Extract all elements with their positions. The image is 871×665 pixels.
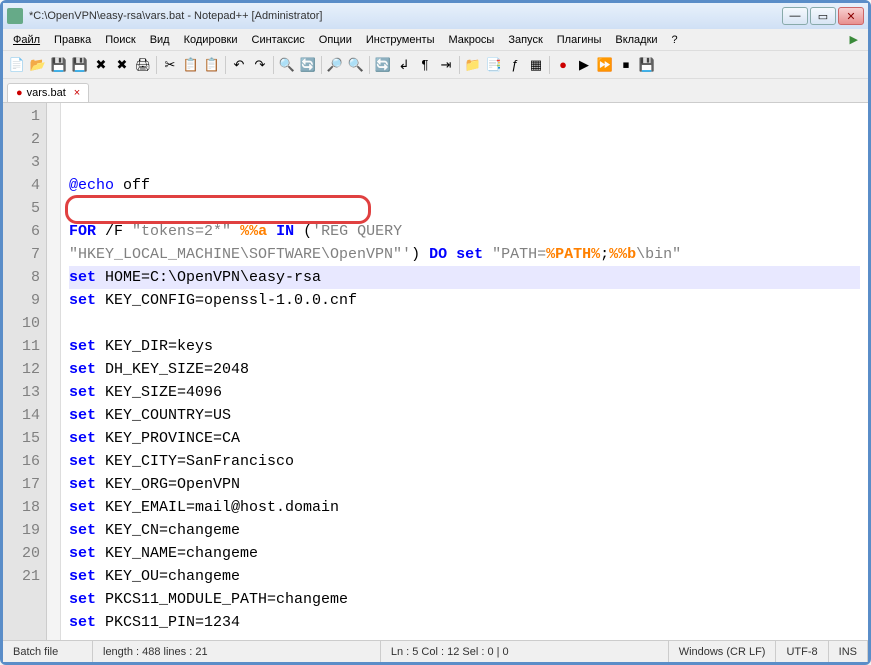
sync-icon[interactable]: 🔄 [373,55,393,75]
code-line[interactable]: set KEY_OU=changeme [69,565,860,588]
menu-plugins[interactable]: Плагины [551,32,608,48]
maximize-button[interactable]: ▭ [810,7,836,25]
status-mode[interactable]: INS [829,641,868,662]
code-line[interactable]: set KEY_PROVINCE=CA [69,427,860,450]
code-line[interactable]: set KEY_CONFIG=openssl-1.0.0.cnf [69,289,860,312]
code-line[interactable]: set KEY_SIZE=4096 [69,381,860,404]
stop-icon[interactable]: ⏹ [616,55,636,75]
open-icon[interactable]: 📂 [28,55,48,75]
tab-close-icon[interactable]: × [74,87,80,99]
code-line[interactable] [69,197,860,220]
code-line[interactable]: set KEY_COUNTRY=US [69,404,860,427]
replace-icon[interactable]: 🔄 [298,55,318,75]
code-line[interactable]: @echo off [69,174,860,197]
status-position: Ln : 5 Col : 12 Sel : 0 | 0 [381,641,669,662]
menu-search[interactable]: Поиск [99,32,141,48]
save-macro-icon[interactable]: 💾 [637,55,657,75]
titlebar[interactable]: *C:\OpenVPN\easy-rsa\vars.bat - Notepad+… [3,3,868,29]
code-line[interactable]: set KEY_ORG=OpenVPN [69,473,860,496]
folder-icon[interactable]: 📁 [463,55,483,75]
code-line[interactable] [69,634,860,640]
separator [273,56,274,74]
menu-help[interactable]: ? [666,32,684,48]
separator [459,56,460,74]
minimize-button[interactable]: — [782,7,808,25]
code-line[interactable]: set PKCS11_MODULE_PATH=changeme [69,588,860,611]
line-gutter: 123456789101112131415161718192021 [3,103,47,640]
save-all-icon[interactable]: 💾 [70,55,90,75]
app-window: *C:\OpenVPN\easy-rsa\vars.bat - Notepad+… [0,0,871,665]
code-line[interactable]: set KEY_NAME=changeme [69,542,860,565]
zoom-in-icon[interactable]: 🔎 [325,55,345,75]
undo-icon[interactable]: ↶ [229,55,249,75]
menu-view[interactable]: Вид [144,32,176,48]
fastfwd-icon[interactable]: ⏩ [595,55,615,75]
print-icon[interactable]: 🖨 [133,55,153,75]
paste-icon[interactable]: 📋 [202,55,222,75]
separator [321,56,322,74]
separator [549,56,550,74]
menu-syntax[interactable]: Синтаксис [246,32,311,48]
func-icon[interactable]: ƒ [505,55,525,75]
status-eol[interactable]: Windows (CR LF) [669,641,777,662]
code-line[interactable]: set KEY_CN=changeme [69,519,860,542]
play-macro-icon[interactable]: ▶ [574,55,594,75]
copy-icon[interactable]: 📋 [181,55,201,75]
cut-icon[interactable]: ✂ [160,55,180,75]
statusbar: Batch file length : 488 lines : 21 Ln : … [3,640,868,662]
indent-icon[interactable]: ⇥ [436,55,456,75]
status-length: length : 488 lines : 21 [93,641,381,662]
tabbar: ● vars.bat × [3,79,868,103]
map-icon[interactable]: ▦ [526,55,546,75]
app-icon [7,8,23,24]
new-icon[interactable]: 📄 [7,55,27,75]
modified-icon: ● [16,87,23,99]
toolbar: 📄 📂 💾 💾 ✖ ✖ 🖨 ✂ 📋 📋 ↶ ↷ 🔍 🔄 🔎 🔍 🔄 ↲ ¶ ⇥ … [3,51,868,79]
play-icon[interactable]: ▶ [844,31,864,48]
window-title: *C:\OpenVPN\easy-rsa\vars.bat - Notepad+… [29,10,782,22]
menu-edit[interactable]: Правка [48,32,97,48]
status-encoding[interactable]: UTF-8 [776,641,828,662]
code-line[interactable]: set KEY_DIR=keys [69,335,860,358]
close-button[interactable]: ✕ [838,7,864,25]
redo-icon[interactable]: ↷ [250,55,270,75]
separator [156,56,157,74]
menu-run[interactable]: Запуск [502,32,548,48]
separator [369,56,370,74]
code-line[interactable]: set KEY_EMAIL=mail@host.domain [69,496,860,519]
record-icon[interactable]: ● [553,55,573,75]
wrap-icon[interactable]: ↲ [394,55,414,75]
status-filetype: Batch file [3,641,93,662]
editor: 123456789101112131415161718192021 @echo … [3,103,868,640]
zoom-out-icon[interactable]: 🔍 [346,55,366,75]
close-all-icon[interactable]: ✖ [112,55,132,75]
file-tab[interactable]: ● vars.bat × [7,83,89,102]
chars-icon[interactable]: ¶ [415,55,435,75]
menu-tools[interactable]: Инструменты [360,32,441,48]
code-line[interactable] [69,312,860,335]
save-icon[interactable]: 💾 [49,55,69,75]
fold-margin [47,103,61,640]
menubar: Файл Правка Поиск Вид Кодировки Синтакси… [3,29,868,51]
menu-tabs[interactable]: Вкладки [609,32,663,48]
menu-options[interactable]: Опции [313,32,358,48]
code-area[interactable]: @echo off FOR /F "tokens=2*" %%a IN ('REG… [61,103,868,640]
menu-encoding[interactable]: Кодировки [178,32,244,48]
separator [225,56,226,74]
menu-file[interactable]: Файл [7,32,46,48]
code-line[interactable]: set PKCS11_PIN=1234 [69,611,860,634]
code-line[interactable]: FOR /F "tokens=2*" %%a IN ('REG QUERY "H… [69,220,860,243]
menu-macros[interactable]: Макросы [442,32,500,48]
close-file-icon[interactable]: ✖ [91,55,111,75]
code-line[interactable]: set DH_KEY_SIZE=2048 [69,358,860,381]
find-icon[interactable]: 🔍 [277,55,297,75]
tab-label: vars.bat [27,87,66,99]
code-line[interactable]: set KEY_CITY=SanFrancisco [69,450,860,473]
code-line[interactable]: set HOME=C:\OpenVPN\easy-rsa [69,266,860,289]
doc-icon[interactable]: 📑 [484,55,504,75]
